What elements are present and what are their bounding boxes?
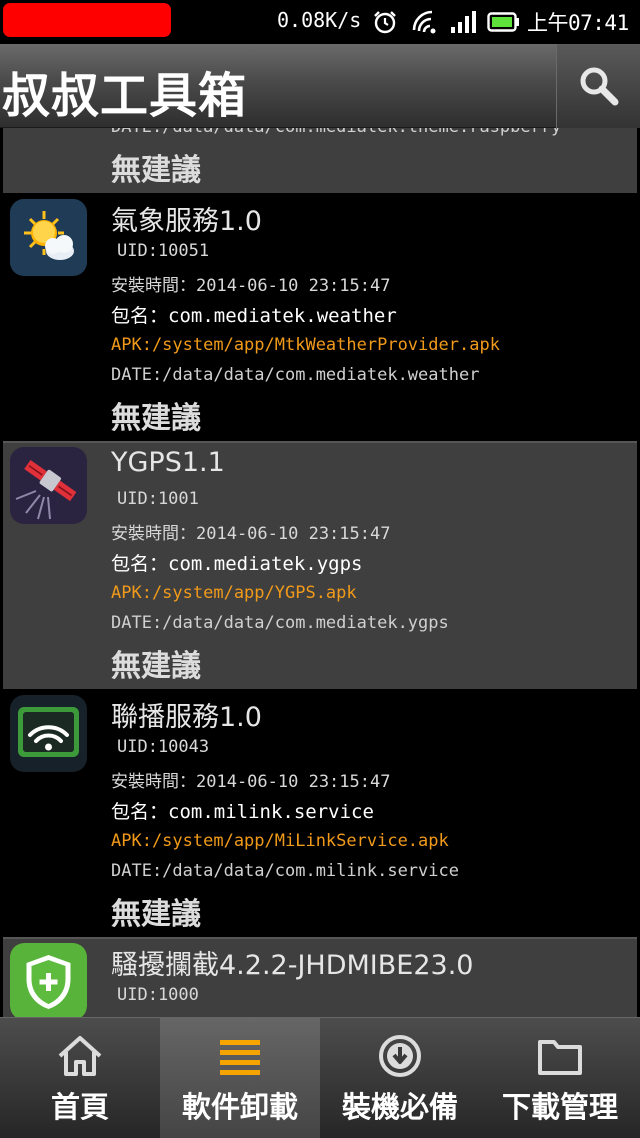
battery-icon: [487, 10, 521, 38]
app-header: 叔叔工具箱: [0, 44, 640, 128]
download-icon: [379, 1035, 421, 1077]
folder-icon: [538, 1040, 582, 1075]
app-name: 騷擾攔截4.2.2-JHDMIBE23.0: [111, 950, 474, 981]
app-uid: UID:10051: [117, 241, 210, 261]
app-name: 聯播服務1.0: [111, 702, 262, 733]
status-time: 上午07:41: [527, 11, 629, 35]
nav-download-manager-label: 下載管理: [501, 1090, 618, 1124]
list-item[interactable]: 聯播服務1.0 UID:10043 安裝時間：2014-06-10 23:15:…: [3, 689, 637, 937]
advice-text: 無建議: [111, 649, 201, 684]
apk-path: APK:/system/app/YGPS.apk: [111, 583, 357, 603]
app-name: 氣象服務1.0: [111, 206, 262, 237]
advice-text: 無建議: [111, 153, 201, 188]
install-time: 安裝時間：2014-06-10 23:15:47: [111, 524, 391, 544]
data-path: DATE:/data/data/com.mediatek.weather: [111, 365, 480, 385]
package-name: 包名：com.mediatek.ygps: [111, 553, 363, 575]
bottom-nav: 首頁 軟件卸載 裝機必備 下載管理: [0, 1017, 640, 1138]
list-item[interactable]: 氣象服務1.0 UID:10051 安裝時間：2014-06-10 23:15:…: [3, 193, 637, 441]
app-uid: UID:1000: [117, 985, 199, 1005]
advice-text: 無建議: [111, 401, 201, 436]
nav-essentials-label: 裝機必備: [341, 1090, 458, 1124]
app-list[interactable]: DATE:/data/data/com.mediatek.theme.raspb…: [0, 128, 640, 1017]
data-path: DATE:/data/data/com.mediatek.theme.raspb…: [111, 128, 561, 137]
shield-icon: [10, 943, 87, 1017]
network-speed: 0.08K/s: [277, 8, 362, 32]
list-item[interactable]: DATE:/data/data/com.mediatek.theme.raspb…: [3, 128, 637, 193]
search-icon: [580, 67, 619, 106]
data-path: DATE:/data/data/com.mediatek.ygps: [111, 613, 449, 633]
advice-text: 無建議: [111, 897, 201, 932]
signal-icon: [450, 10, 478, 38]
apk-path: APK:/system/app/MtkWeatherProvider.apk: [111, 335, 500, 355]
home-icon: [58, 1036, 102, 1076]
wifi-icon: [412, 10, 438, 38]
nav-home[interactable]: 首頁: [0, 1018, 160, 1138]
nav-uninstall[interactable]: 軟件卸載: [160, 1018, 320, 1138]
install-time: 安裝時間：2014-06-10 23:15:47: [111, 772, 391, 792]
package-name: 包名：com.milink.service: [111, 801, 374, 823]
satellite-icon: [10, 447, 87, 524]
install-time: 安裝時間：2014-06-10 23:15:47: [111, 276, 391, 296]
data-path: DATE:/data/data/com.milink.service: [111, 861, 459, 881]
list-item[interactable]: 騷擾攔截4.2.2-JHDMIBE23.0 UID:1000: [3, 937, 637, 1017]
package-name: 包名：com.mediatek.weather: [111, 305, 397, 327]
menu-icon: [220, 1040, 260, 1075]
search-button[interactable]: [556, 44, 640, 128]
app-uid: UID:1001: [117, 489, 199, 509]
nav-uninstall-label: 軟件卸載: [181, 1090, 298, 1124]
alarm-icon: [372, 10, 398, 38]
list-item[interactable]: YGPS1.1 UID:1001 安裝時間：2014-06-10 23:15:4…: [3, 441, 637, 689]
nav-home-label: 首頁: [50, 1090, 109, 1124]
app-title: 叔叔工具箱: [2, 68, 248, 124]
nav-download-manager[interactable]: 下載管理: [480, 1018, 640, 1138]
weather-icon: [10, 199, 87, 276]
app-uid: UID:10043: [117, 737, 210, 757]
status-bar: 0.08K/s 上午07:41: [0, 0, 640, 44]
apk-path: APK:/system/app/MiLinkService.apk: [111, 831, 449, 851]
cast-icon: [10, 695, 87, 772]
notification-pill: [3, 3, 171, 37]
app-name: YGPS1.1: [111, 447, 225, 478]
nav-essentials[interactable]: 裝機必備: [320, 1018, 480, 1138]
